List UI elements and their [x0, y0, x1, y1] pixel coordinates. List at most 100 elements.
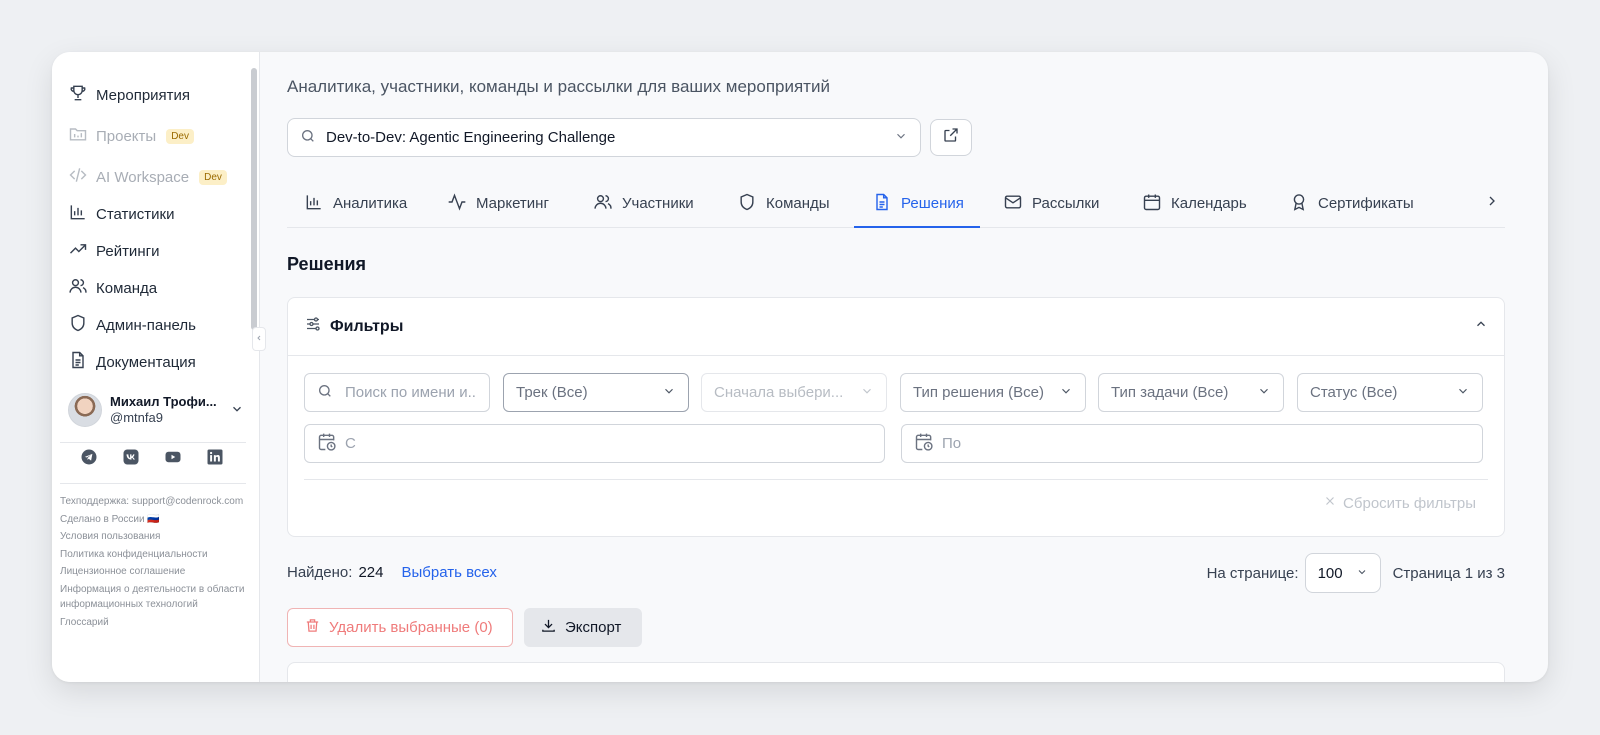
date-to-input[interactable]: По — [901, 424, 1483, 463]
avatar — [68, 393, 102, 427]
chevron-down-icon — [894, 129, 908, 147]
filters-title: Фильтры — [330, 317, 404, 335]
per-page-select[interactable]: 100 — [1304, 553, 1381, 593]
tab-participants[interactable]: Участники — [593, 180, 694, 227]
trophy-icon — [68, 83, 88, 107]
date-from-input[interactable]: С — [304, 424, 885, 463]
user-info: Михаил Трофи... @mtnfa9 — [110, 395, 217, 424]
filters-header[interactable]: Фильтры — [288, 298, 1504, 356]
filters-panel: Фильтры Поиск по имени и... Трек (Все) С… — [287, 297, 1505, 537]
external-link-icon — [942, 126, 960, 149]
stage-select-value: Сначала выбери... — [714, 384, 844, 401]
sidebar-item-statistics[interactable]: Статистики — [68, 201, 175, 227]
tab-solutions[interactable]: Решения — [854, 180, 980, 228]
divider — [60, 483, 246, 484]
chevron-down-icon[interactable] — [230, 402, 244, 421]
task-type-select[interactable]: Тип задачи (Все) — [1098, 373, 1284, 412]
users-icon — [68, 276, 88, 300]
tab-analytics[interactable]: Аналитика — [304, 180, 407, 227]
track-select-value: Трек (Все) — [516, 384, 588, 401]
per-page-value: 100 — [1317, 564, 1343, 582]
tabs-scroll-right-button[interactable] — [1479, 180, 1505, 227]
export-button[interactable]: Экспорт — [524, 608, 642, 647]
page-subtitle: Аналитика, участники, команды и рассылки… — [287, 77, 830, 96]
app-window: Мероприятия Проекты Dev AI Workspace Dev… — [52, 52, 1548, 682]
youtube-icon[interactable] — [164, 448, 182, 466]
users-icon — [593, 192, 613, 216]
bar-chart-icon — [304, 192, 324, 216]
download-icon — [540, 617, 557, 638]
shield-icon — [68, 313, 88, 337]
chevron-up-icon[interactable] — [1474, 317, 1488, 336]
results-summary: Найдено: 224 Выбрать всех — [287, 564, 497, 581]
vk-icon[interactable] — [122, 448, 140, 466]
tab-label: Участники — [622, 195, 694, 212]
task-type-value: Тип задачи (Все) — [1111, 384, 1229, 401]
sidebar-item-label: Команда — [96, 279, 158, 297]
open-event-button[interactable] — [930, 119, 972, 156]
document-icon — [68, 350, 88, 374]
track-select[interactable]: Трек (Все) — [503, 373, 689, 412]
calendar-clock-icon — [317, 432, 337, 456]
support-link[interactable]: Техподдержка: support@codenrock.com — [60, 494, 246, 510]
select-all-link[interactable]: Выбрать всех — [401, 564, 496, 581]
search-input[interactable]: Поиск по имени и... — [304, 373, 490, 412]
solution-type-value: Тип решения (Все) — [913, 384, 1045, 401]
sidebar-item-label: AI Workspace — [96, 168, 190, 186]
event-select[interactable]: Dev-to-Dev: Agentic Engineering Challeng… — [287, 118, 921, 157]
found-label: Найдено: — [287, 564, 353, 581]
sidebar-item-team[interactable]: Команда — [68, 275, 157, 301]
code-icon — [68, 165, 88, 189]
trash-icon — [304, 617, 321, 638]
mail-icon — [1003, 192, 1023, 216]
sidebar-scrollbar[interactable] — [251, 68, 257, 330]
sidebar-scroll-area: Мероприятия Проекты Dev AI Workspace Dev… — [52, 52, 252, 682]
chevron-down-icon — [1059, 384, 1073, 402]
linkedin-icon[interactable] — [206, 448, 224, 466]
divider — [304, 479, 1488, 480]
solution-type-select[interactable]: Тип решения (Все) — [900, 373, 1086, 412]
tab-label: Решения — [901, 195, 964, 212]
telegram-icon[interactable] — [80, 448, 98, 466]
terms-link[interactable]: Условия пользования — [60, 529, 246, 545]
date-from-placeholder: С — [345, 435, 356, 452]
status-select[interactable]: Статус (Все) — [1297, 373, 1483, 412]
tab-marketing[interactable]: Маркетинг — [447, 180, 549, 227]
reset-filters-label: Сбросить фильтры — [1343, 494, 1476, 512]
sidebar-item-ai-workspace[interactable]: AI Workspace Dev — [68, 164, 227, 190]
sidebar-item-events[interactable]: Мероприятия — [68, 82, 190, 108]
license-link[interactable]: Лицензионное соглашение — [60, 564, 246, 580]
main-content: Аналитика, участники, команды и рассылки… — [260, 52, 1548, 682]
tab-calendar[interactable]: Календарь — [1142, 180, 1247, 227]
stage-select[interactable]: Сначала выбери... — [701, 373, 887, 412]
sidebar-item-projects[interactable]: Проекты Dev — [68, 123, 194, 149]
sidebar-item-label: Документация — [96, 353, 196, 371]
pagination-controls: На странице: 100 Страница 1 из 3 — [1207, 553, 1505, 593]
tab-mailings[interactable]: Рассылки — [1003, 180, 1099, 227]
privacy-link[interactable]: Политика конфиденциальности — [60, 547, 246, 563]
it-info-link[interactable]: Информация о деятельности в области инфо… — [60, 582, 246, 613]
export-label: Экспорт — [565, 619, 622, 636]
delete-selected-button[interactable]: Удалить выбранные (0) — [287, 608, 513, 647]
document-icon — [872, 192, 892, 216]
tabs-bar: Аналитика Маркетинг Участники Команды Ре… — [287, 180, 1505, 228]
chevron-down-icon — [1456, 384, 1470, 402]
tab-certificates[interactable]: Сертификаты — [1289, 180, 1414, 227]
user-menu[interactable]: Михаил Трофи... @mtnfa9 — [68, 392, 248, 428]
sidebar-item-label: Проекты — [96, 127, 157, 145]
tab-teams[interactable]: Команды — [737, 180, 830, 227]
reset-filters-button[interactable]: Сбросить фильтры — [1323, 494, 1476, 512]
sidebar-item-documentation[interactable]: Документация — [68, 349, 196, 375]
sidebar-item-ratings[interactable]: Рейтинги — [68, 238, 159, 264]
sidebar-item-admin-panel[interactable]: Админ-панель — [68, 312, 196, 338]
section-title: Решения — [287, 254, 367, 274]
search-icon — [317, 383, 333, 403]
glossary-link[interactable]: Глоссарий — [60, 615, 246, 631]
trending-up-icon — [68, 239, 88, 263]
folder-icon — [68, 124, 88, 148]
sidebar-collapse-button[interactable] — [252, 327, 266, 351]
dev-badge: Dev — [166, 128, 194, 144]
sidebar-item-label: Админ-панель — [96, 316, 196, 334]
chevron-left-icon — [255, 330, 263, 348]
date-to-placeholder: По — [942, 435, 962, 452]
